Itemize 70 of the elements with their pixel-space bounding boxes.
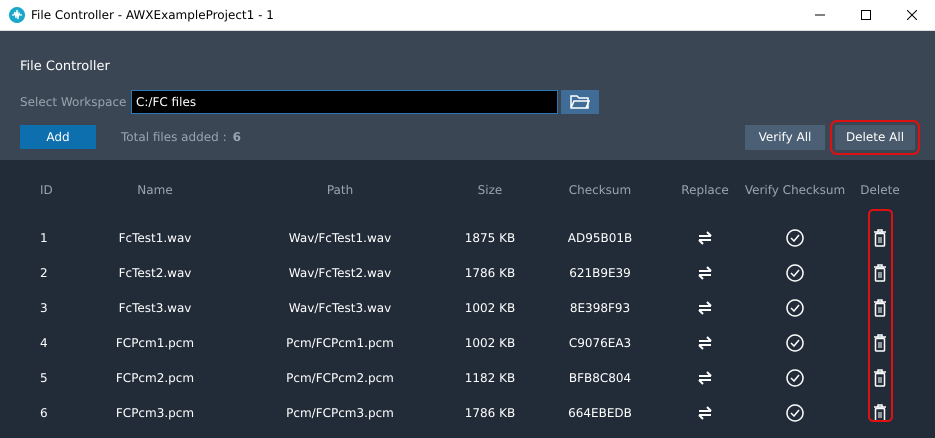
table-cell-text: Pcm/FCPcm2.pcm	[286, 370, 394, 386]
table-cell-text: Pcm/FCPcm1.pcm	[286, 334, 394, 352]
table-cell-text: FcTest1.wav	[118, 230, 192, 246]
table-cell-text: Wav/FcTest3.wav	[288, 300, 392, 316]
table-cell-text: 6	[39, 404, 48, 422]
check-circle-icon[interactable]	[786, 334, 804, 352]
table-cell-text: 1786 KB	[464, 264, 516, 282]
trash-icon[interactable]	[873, 264, 887, 282]
table-cell-text: C9076EA3	[568, 334, 632, 352]
trash-icon[interactable]	[873, 334, 887, 352]
trash-icon[interactable]	[873, 298, 887, 316]
total-files-count: 6	[232, 129, 241, 146]
table-cell-text: 664EBEDB	[568, 404, 632, 422]
close-icon[interactable]	[907, 10, 917, 20]
table-cell-text: 1	[39, 230, 48, 246]
table-cell-text: FCPcm2.pcm	[116, 370, 194, 386]
table-cell-text: 1182 KB	[464, 370, 516, 386]
panel-title: File Controller	[20, 58, 111, 76]
column-header: ID	[39, 182, 53, 199]
column-header: Size	[478, 182, 502, 199]
check-circle-icon[interactable]	[786, 404, 804, 422]
check-circle-icon[interactable]	[786, 298, 804, 316]
table-cell-text: FcTest3.wav	[118, 300, 192, 316]
swap-icon[interactable]	[696, 300, 714, 314]
check-circle-icon[interactable]	[786, 368, 804, 386]
table-cell-text: FcTest2.wav	[118, 264, 192, 282]
table-cell-text: 1002 KB	[464, 300, 516, 316]
verify-all-button[interactable]: Verify All	[745, 124, 825, 150]
app-logo-icon	[9, 7, 25, 23]
table-cell-text: BFB8C804	[568, 370, 632, 386]
table-cell-text: AD95B01B	[568, 230, 632, 246]
maximize-icon[interactable]	[861, 10, 871, 20]
column-header: Verify Checksum	[744, 182, 846, 199]
table-cell-text: Wav/FcTest1.wav	[288, 230, 392, 246]
swap-icon[interactable]	[696, 336, 714, 350]
table-cell-text: Wav/FcTest2.wav	[288, 264, 392, 282]
table-cell-text: FCPcm3.pcm	[116, 404, 194, 422]
column-header: Replace	[681, 182, 729, 199]
table-cell-text: 5	[39, 370, 48, 386]
folder-icon	[570, 94, 590, 110]
column-header: Checksum	[568, 182, 632, 199]
trash-icon[interactable]	[873, 228, 887, 246]
check-circle-icon[interactable]	[786, 228, 804, 246]
swap-icon[interactable]	[696, 406, 714, 420]
table-cell-text: Pcm/FCPcm3.pcm	[286, 404, 394, 422]
column-header: Path	[326, 182, 354, 199]
table-cell-text: 1875 KB	[464, 230, 516, 246]
table-cell-text: 2	[39, 264, 48, 282]
column-header: Name	[137, 182, 173, 199]
trash-icon[interactable]	[873, 404, 887, 422]
delete-all-button[interactable]: Delete All	[835, 124, 915, 150]
add-button[interactable]: Add	[20, 125, 96, 149]
trash-icon[interactable]	[873, 368, 887, 386]
table-cell-text: 1002 KB	[464, 334, 516, 352]
window-title: File Controller - AWXExampleProject1 - 1	[31, 7, 274, 24]
browse-button[interactable]	[561, 90, 599, 114]
swap-icon[interactable]	[696, 370, 714, 384]
column-header: Delete	[860, 182, 900, 199]
swap-icon[interactable]	[696, 230, 714, 244]
table-cell-text: 3	[39, 300, 48, 316]
swap-icon[interactable]	[696, 266, 714, 280]
table-cell-text: FCPcm1.pcm	[116, 334, 194, 352]
check-circle-icon[interactable]	[786, 264, 804, 282]
table-cell-text: 621B9E39	[569, 264, 631, 282]
table-cell-text: 8E398F93	[570, 300, 630, 316]
total-files-label: Total files added :	[121, 129, 227, 146]
table-cell-text: 4	[39, 334, 48, 352]
table-cell-text: 1786 KB	[464, 404, 516, 422]
workspace-field[interactable]: C:/FC files	[131, 90, 558, 114]
workspace-label: Select Workspace	[20, 94, 128, 110]
